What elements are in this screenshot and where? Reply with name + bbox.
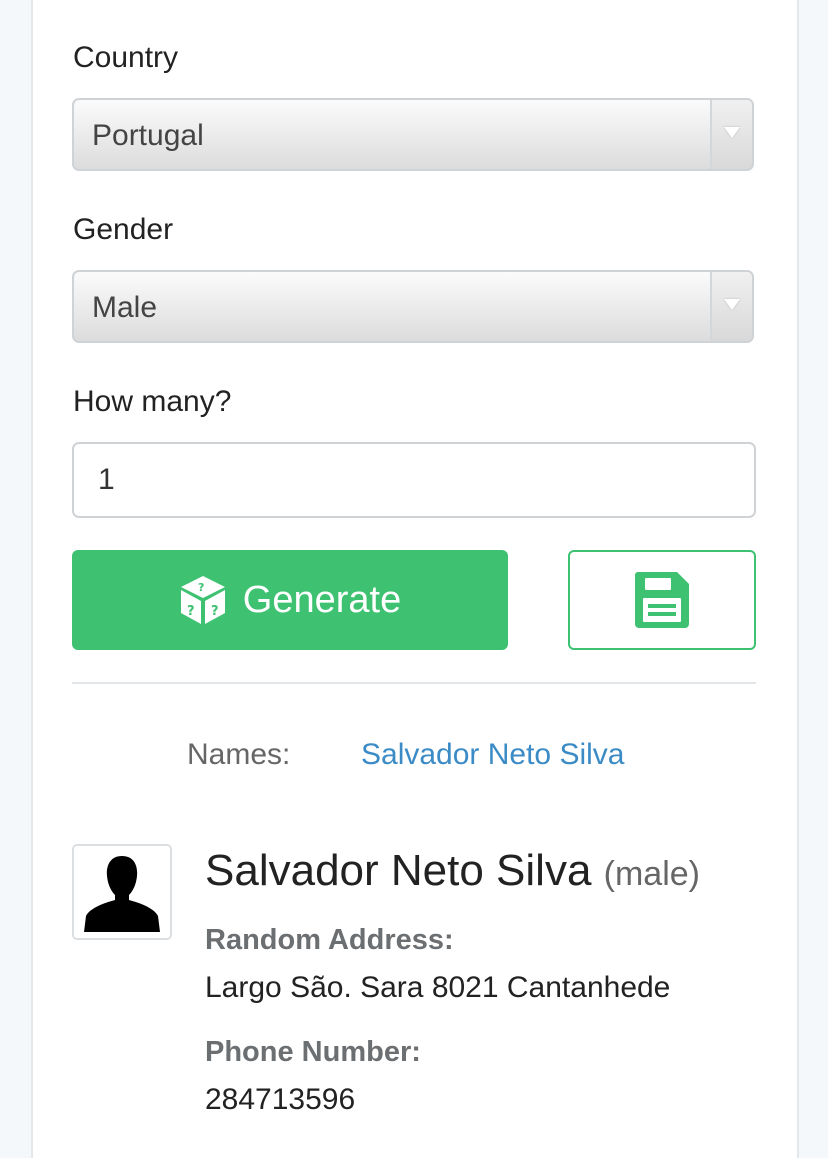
country-select[interactable]: Portugal bbox=[72, 98, 754, 171]
gender-label: Gender bbox=[73, 213, 174, 246]
svg-text:?: ? bbox=[187, 604, 195, 619]
save-button[interactable] bbox=[568, 550, 756, 650]
gender-select[interactable]: Male bbox=[72, 270, 754, 343]
section-divider bbox=[72, 682, 756, 684]
count-input-value: 1 bbox=[98, 463, 115, 496]
phone-label: Phone Number: bbox=[205, 1036, 421, 1068]
gender-select-value: Male bbox=[92, 291, 158, 324]
svg-text:?: ? bbox=[211, 604, 219, 619]
address-value: Largo São. Sara 8021 Cantanhede bbox=[205, 971, 671, 1004]
floppy-save-icon bbox=[633, 570, 691, 630]
count-label: How many? bbox=[73, 385, 232, 418]
svg-text:?: ? bbox=[198, 581, 204, 594]
dice-icon: ? ? ? bbox=[179, 574, 227, 626]
country-select-value: Portugal bbox=[92, 119, 204, 152]
avatar bbox=[72, 844, 172, 940]
person-silhouette-icon bbox=[74, 846, 170, 938]
names-link[interactable]: Salvador Neto Silva bbox=[361, 738, 624, 772]
country-select-toggle[interactable] bbox=[710, 100, 752, 169]
country-label: Country bbox=[73, 41, 179, 74]
person-name: Salvador Neto Silva bbox=[205, 846, 592, 895]
generate-button[interactable]: ? ? ? Generate bbox=[72, 550, 508, 650]
chevron-down-icon bbox=[724, 127, 740, 138]
gender-select-toggle[interactable] bbox=[710, 272, 752, 341]
address-label: Random Address: bbox=[205, 924, 454, 956]
phone-value: 284713596 bbox=[205, 1083, 356, 1116]
person-gender: (male) bbox=[603, 855, 700, 893]
chevron-down-icon bbox=[724, 299, 740, 310]
names-label: Names: bbox=[187, 738, 291, 771]
generate-button-label: Generate bbox=[242, 578, 402, 621]
count-input[interactable]: 1 bbox=[72, 442, 756, 518]
person-name-heading: Salvador Neto Silva (male) bbox=[205, 846, 700, 896]
